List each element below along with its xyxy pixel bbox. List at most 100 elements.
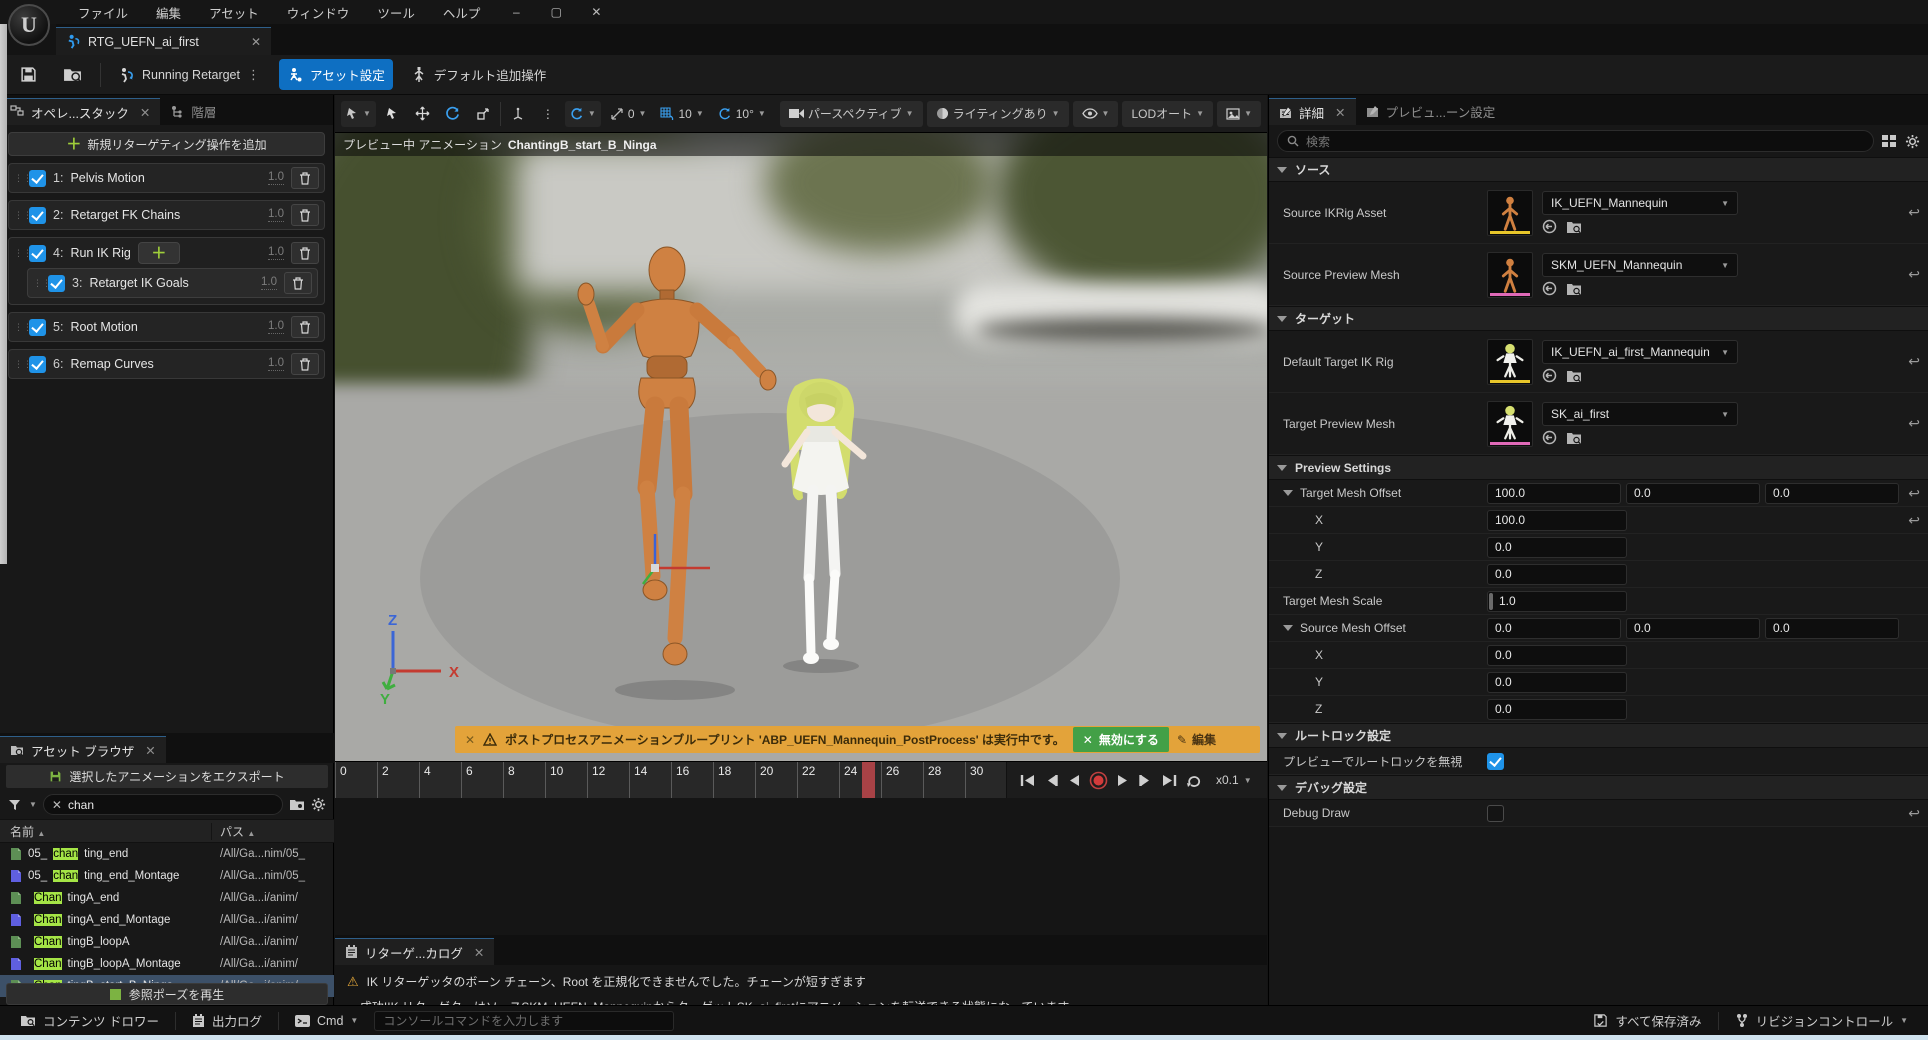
grid-snap-dropdown[interactable]: 10▼ <box>655 101 708 127</box>
section-debug[interactable]: デバッグ設定 <box>1269 775 1928 800</box>
drag-handle-icon[interactable]: ⋮⋮ <box>14 212 22 218</box>
tab-op-stack[interactable]: オペレ...スタック ✕ <box>0 98 160 125</box>
reset-to-default-icon[interactable]: ↩ <box>1908 353 1920 370</box>
source-mesh-offset-y-field[interactable]: 0.0 <box>1626 618 1760 639</box>
target-mesh-offset-z-field[interactable]: 0.0 <box>1765 483 1899 504</box>
op-row-pelvis-motion[interactable]: ⋮⋮ 1: Pelvis Motion 1.0 <box>8 163 325 193</box>
play-button[interactable] <box>1116 773 1130 788</box>
tab-details-close-icon[interactable]: ✕ <box>1335 105 1345 120</box>
delete-op-button[interactable] <box>291 204 319 226</box>
play-reverse-button[interactable] <box>1067 773 1081 788</box>
op-row-run-ik-rig[interactable]: ⋮⋮ 4: Run IK Rig ＋ 1.0 <box>9 238 324 268</box>
delete-op-button[interactable] <box>291 242 319 264</box>
output-log-button[interactable]: 出力ログ <box>182 1007 272 1034</box>
menu-asset[interactable]: アセット <box>197 0 271 25</box>
section-preview-settings[interactable]: Preview Settings <box>1269 455 1928 480</box>
lit-mode-dropdown[interactable]: ライティングあり▼ <box>927 101 1069 127</box>
coordinate-system-icon[interactable] <box>505 101 531 127</box>
tab-asset-browser-close-icon[interactable]: ✕ <box>145 743 155 758</box>
browse-to-asset-button[interactable] <box>55 60 90 89</box>
go-to-start-button[interactable] <box>1019 773 1036 788</box>
op-weight-field[interactable]: 1.0 <box>268 246 284 260</box>
filter-funnel-icon[interactable] <box>8 799 23 811</box>
x-value-field[interactable]: 100.0 <box>1487 510 1627 531</box>
loop-button[interactable] <box>1186 773 1204 788</box>
reset-to-default-icon[interactable]: ↩ <box>1908 485 1920 502</box>
op-enabled-checkbox[interactable] <box>29 356 46 373</box>
edit-postprocess-button[interactable]: ✎ 編集 <box>1177 731 1216 748</box>
menu-file[interactable]: ファイル <box>66 0 140 25</box>
source-preview-mesh-thumbnail[interactable] <box>1487 252 1533 298</box>
reset-to-default-icon[interactable]: ↩ <box>1908 204 1920 221</box>
expand-triangle-icon[interactable] <box>1283 625 1293 631</box>
move-tool-icon[interactable] <box>410 101 436 127</box>
delete-op-button[interactable] <box>291 353 319 375</box>
target-ikrig-thumbnail[interactable] <box>1487 339 1533 385</box>
maximize-button[interactable]: ▢ <box>536 0 576 24</box>
step-back-button[interactable] <box>1044 773 1059 788</box>
play-reference-pose-button[interactable]: 参照ポーズを再生 <box>6 983 328 1005</box>
drag-handle-icon[interactable]: ⋮⋮ <box>14 250 22 256</box>
drag-handle-icon[interactable]: ⋮⋮ <box>14 324 22 330</box>
default-ops-button[interactable]: デフォルト追加操作 <box>403 59 555 90</box>
z-value-field[interactable]: 0.0 <box>1487 564 1627 585</box>
delete-op-button[interactable] <box>284 272 312 294</box>
op-row-remap-curves[interactable]: ⋮⋮ 6: Remap Curves 1.0 <box>8 349 325 379</box>
close-window-button[interactable]: ✕ <box>576 0 616 24</box>
delete-op-button[interactable] <box>291 316 319 338</box>
record-button[interactable] <box>1089 771 1108 790</box>
more-vertical-icon[interactable]: ⋮ <box>535 101 561 127</box>
add-retarget-op-button[interactable]: ＋ 新規リターゲティング操作を追加 <box>8 132 325 156</box>
content-drawer-button[interactable]: コンテンツ ドロワー <box>10 1007 169 1034</box>
display-filter-grid-icon[interactable] <box>1882 135 1897 148</box>
reset-to-default-icon[interactable]: ↩ <box>1908 805 1920 822</box>
surface-snap-dropdown[interactable]: 0▼ <box>605 101 652 127</box>
op-weight-field[interactable]: 1.0 <box>268 320 284 334</box>
menu-help[interactable]: ヘルプ <box>431 0 493 25</box>
z-value-field[interactable]: 0.0 <box>1487 699 1627 720</box>
revision-control-button[interactable]: リビジョンコントロール ▼ <box>1725 1007 1918 1034</box>
use-selected-asset-icon[interactable] <box>1542 281 1557 296</box>
disable-postprocess-button[interactable]: ✕ 無効にする <box>1073 727 1169 752</box>
asset-row[interactable]: 05_chanting_end_Montage /All/Ga...nim/05… <box>0 865 334 887</box>
reset-to-default-icon[interactable]: ↩ <box>1908 415 1920 432</box>
op-weight-field[interactable]: 1.0 <box>261 276 277 290</box>
op-weight-field[interactable]: 1.0 <box>268 357 284 371</box>
op-enabled-checkbox[interactable] <box>29 207 46 224</box>
debug-draw-checkbox[interactable] <box>1487 805 1504 822</box>
column-name-header[interactable]: 名前 ▲ <box>0 823 212 840</box>
cmd-dropdown[interactable]: Cmd ▼ <box>285 1010 368 1032</box>
use-selected-asset-icon[interactable] <box>1542 430 1557 445</box>
show-flags-dropdown[interactable]: ▼ <box>1073 101 1119 127</box>
ignore-root-lock-checkbox[interactable] <box>1487 753 1504 770</box>
unreal-logo-icon[interactable]: U <box>8 4 50 46</box>
rotate-tool-icon[interactable] <box>440 101 466 127</box>
op-weight-field[interactable]: 1.0 <box>268 171 284 185</box>
section-root-lock[interactable]: ルートロック設定 <box>1269 723 1928 748</box>
details-settings-gear-icon[interactable] <box>1905 134 1920 149</box>
browse-asset-icon[interactable] <box>1566 219 1582 234</box>
export-animations-button[interactable]: 選択したアニメーションをエクスポート <box>6 765 328 788</box>
browse-asset-icon[interactable] <box>1566 368 1582 383</box>
screenshot-dropdown[interactable]: ▼ <box>1217 101 1261 127</box>
asset-search-input[interactable]: ✕ chan <box>43 794 283 815</box>
tab-retarget-log[interactable]: リターゲ...カログ ✕ <box>335 938 494 965</box>
go-to-end-button[interactable] <box>1161 773 1178 788</box>
filter-chevron-icon[interactable]: ▼ <box>29 800 37 809</box>
running-retarget-button[interactable]: Running Retarget ⋮ <box>111 61 269 89</box>
target-preview-mesh-thumbnail[interactable] <box>1487 401 1533 447</box>
column-path-header[interactable]: パス ▲ <box>212 823 255 840</box>
timeline-playhead[interactable] <box>862 762 875 798</box>
asset-browser-settings-gear-icon[interactable] <box>311 797 326 812</box>
reset-to-default-icon[interactable]: ↩ <box>1908 512 1920 529</box>
op-enabled-checkbox[interactable] <box>48 275 65 292</box>
tab-op-stack-close-icon[interactable]: ✕ <box>140 105 150 120</box>
lod-dropdown[interactable]: LODオート▼ <box>1122 101 1213 127</box>
target-mesh-offset-x-field[interactable]: 100.0 <box>1487 483 1621 504</box>
tab-close-icon[interactable]: ✕ <box>251 35 261 49</box>
target-girl-character[interactable] <box>755 368 895 678</box>
playback-speed-dropdown[interactable]: x0.1▼ <box>1216 773 1252 787</box>
menu-edit[interactable]: 編集 <box>144 0 193 25</box>
viewport-mode-dropdown[interactable]: ▼ <box>341 101 376 127</box>
browse-asset-icon[interactable] <box>1566 281 1582 296</box>
